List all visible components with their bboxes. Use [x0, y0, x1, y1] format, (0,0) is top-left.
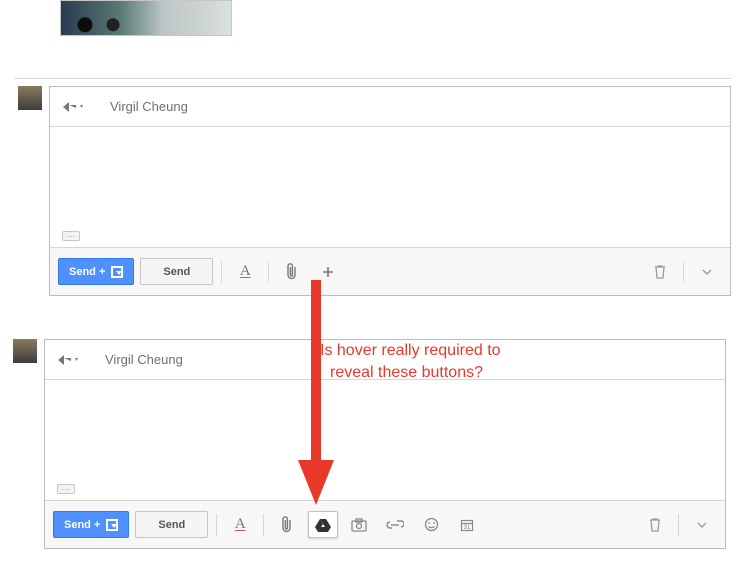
- separator: [14, 78, 731, 79]
- formatting-button[interactable]: A: [225, 511, 255, 538]
- show-trimmed-content[interactable]: ···: [62, 231, 80, 241]
- plus-icon: [321, 265, 335, 279]
- recipient-name[interactable]: Virgil Cheung: [110, 99, 188, 114]
- send-archive-label: Send +: [64, 519, 100, 531]
- divider: [678, 514, 679, 536]
- discard-draft-button[interactable]: [640, 511, 670, 538]
- emoji-icon: [424, 517, 439, 532]
- send-and-archive-button[interactable]: Send +: [53, 511, 129, 538]
- insert-invitation-button[interactable]: 31: [452, 511, 482, 538]
- compose-toolbar: Send + Send A 31: [45, 500, 725, 548]
- divider: [221, 261, 222, 283]
- discard-draft-button[interactable]: [645, 258, 675, 285]
- paperclip-icon: [285, 263, 299, 281]
- insert-link-button[interactable]: [380, 511, 410, 538]
- send-label: Send: [163, 266, 190, 278]
- more-options-button[interactable]: [687, 511, 717, 538]
- avatar: [18, 86, 42, 110]
- format-a-icon: A: [240, 263, 251, 280]
- compose-panel: Virgil Cheung ··· Send + Send A: [49, 86, 731, 296]
- reply-dropdown-icon[interactable]: [57, 353, 81, 367]
- attached-image-thumbnail[interactable]: [60, 0, 232, 36]
- recipient-name[interactable]: Virgil Cheung: [105, 352, 183, 367]
- format-a-icon: A: [235, 516, 246, 533]
- divider: [216, 514, 217, 536]
- show-trimmed-content[interactable]: ···: [57, 484, 75, 494]
- formatting-button[interactable]: A: [230, 258, 260, 285]
- insert-emoji-button[interactable]: [416, 511, 446, 538]
- more-options-button[interactable]: [692, 258, 722, 285]
- divider: [268, 261, 269, 283]
- insert-drive-button[interactable]: [308, 511, 338, 538]
- reply-dropdown-icon[interactable]: [62, 100, 86, 114]
- attach-file-button[interactable]: [272, 511, 302, 538]
- send-button[interactable]: Send: [140, 258, 213, 285]
- insert-photo-button[interactable]: [344, 511, 374, 538]
- divider: [683, 261, 684, 283]
- divider: [263, 514, 264, 536]
- compose-body[interactable]: ···: [50, 127, 730, 247]
- calendar-icon: 31: [460, 518, 474, 532]
- caret-down-icon: [697, 520, 707, 530]
- drive-icon: [315, 518, 331, 532]
- paperclip-icon: [280, 516, 294, 534]
- attach-file-button[interactable]: [277, 258, 307, 285]
- insert-more-button[interactable]: [313, 258, 343, 285]
- trash-icon: [648, 517, 662, 533]
- annotation-text: Is hover really required to reveal these…: [320, 340, 501, 383]
- send-button[interactable]: Send: [135, 511, 208, 538]
- avatar: [13, 339, 37, 363]
- archive-icon: [106, 519, 118, 531]
- annotation-line2: reveal these buttons?: [320, 362, 501, 384]
- send-archive-label: Send +: [69, 266, 105, 278]
- archive-icon: [111, 266, 123, 278]
- svg-text:31: 31: [464, 525, 471, 531]
- send-and-archive-button[interactable]: Send +: [58, 258, 134, 285]
- compose-toolbar: Send + Send A: [50, 247, 730, 295]
- link-icon: [386, 520, 404, 530]
- camera-icon: [351, 518, 367, 532]
- trash-icon: [653, 264, 667, 280]
- compose-body[interactable]: ···: [45, 380, 725, 500]
- send-label: Send: [158, 519, 185, 531]
- compose-header[interactable]: Virgil Cheung: [50, 87, 730, 127]
- caret-down-icon: [702, 267, 712, 277]
- annotation-line1: Is hover really required to: [320, 340, 501, 362]
